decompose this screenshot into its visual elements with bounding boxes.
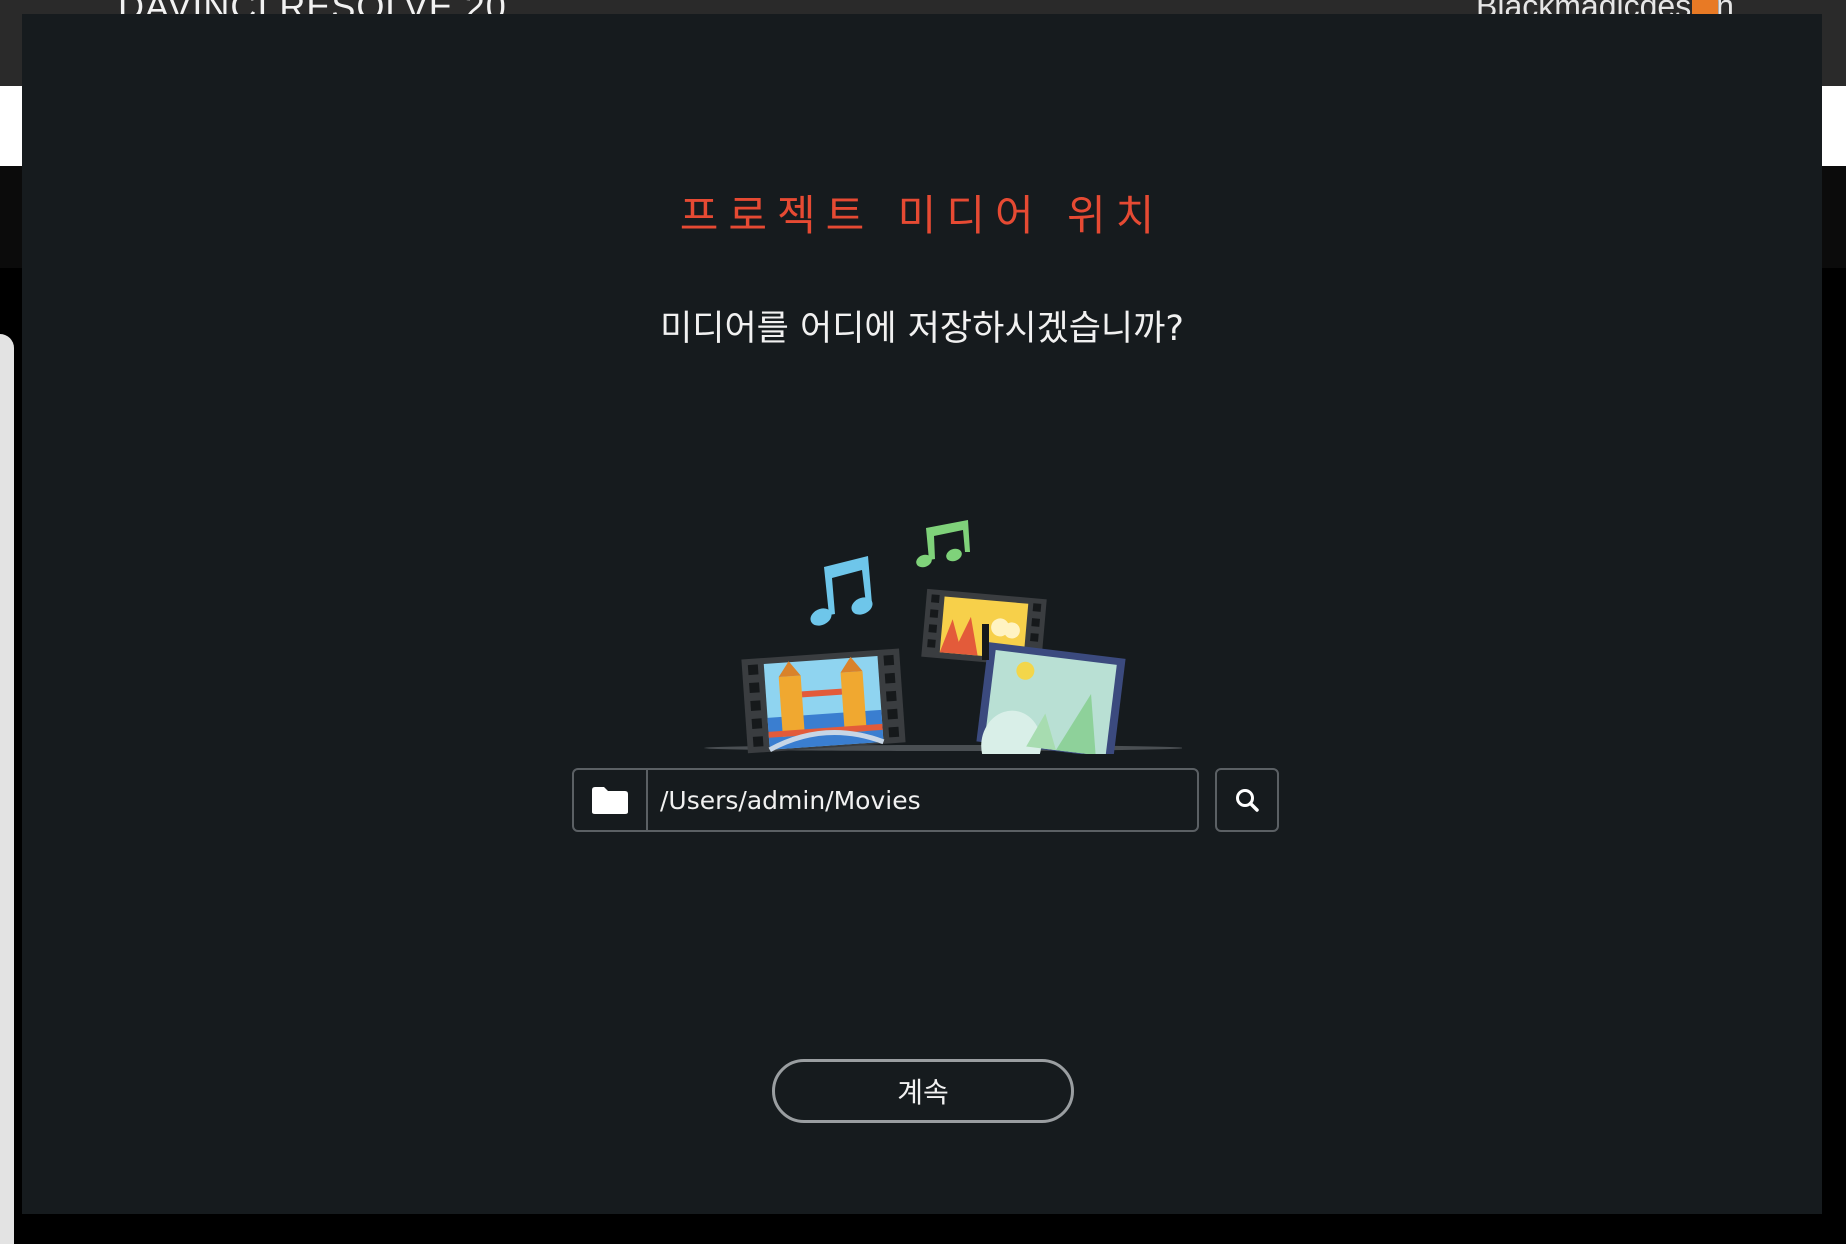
music-note-blue-icon bbox=[810, 556, 873, 626]
dialog-title: 프로젝트 미디어 위치 bbox=[679, 191, 1165, 240]
search-icon bbox=[1236, 789, 1259, 812]
photo-landscape-icon bbox=[976, 642, 1126, 754]
continue-button[interactable]: 계속 bbox=[772, 1059, 1074, 1123]
folder-icon bbox=[592, 787, 628, 814]
media-location-dialog: 프로젝트 미디어 위치 미디어를 어디에 저장하시겠습니까? /Users/ad… bbox=[22, 14, 1822, 1214]
app-side-panel bbox=[0, 334, 14, 1244]
browse-button[interactable] bbox=[1215, 768, 1279, 832]
dialog-question: 미디어를 어디에 저장하시겠습니까? bbox=[660, 309, 1184, 349]
media-illustration bbox=[704, 520, 1182, 754]
film-bridge-icon bbox=[741, 648, 906, 754]
continue-button-label: 계속 bbox=[897, 1076, 949, 1109]
path-field-container bbox=[572, 768, 1199, 832]
music-note-green-icon bbox=[916, 520, 970, 568]
folder-button[interactable] bbox=[574, 770, 648, 830]
media-path-input[interactable] bbox=[660, 770, 1180, 830]
